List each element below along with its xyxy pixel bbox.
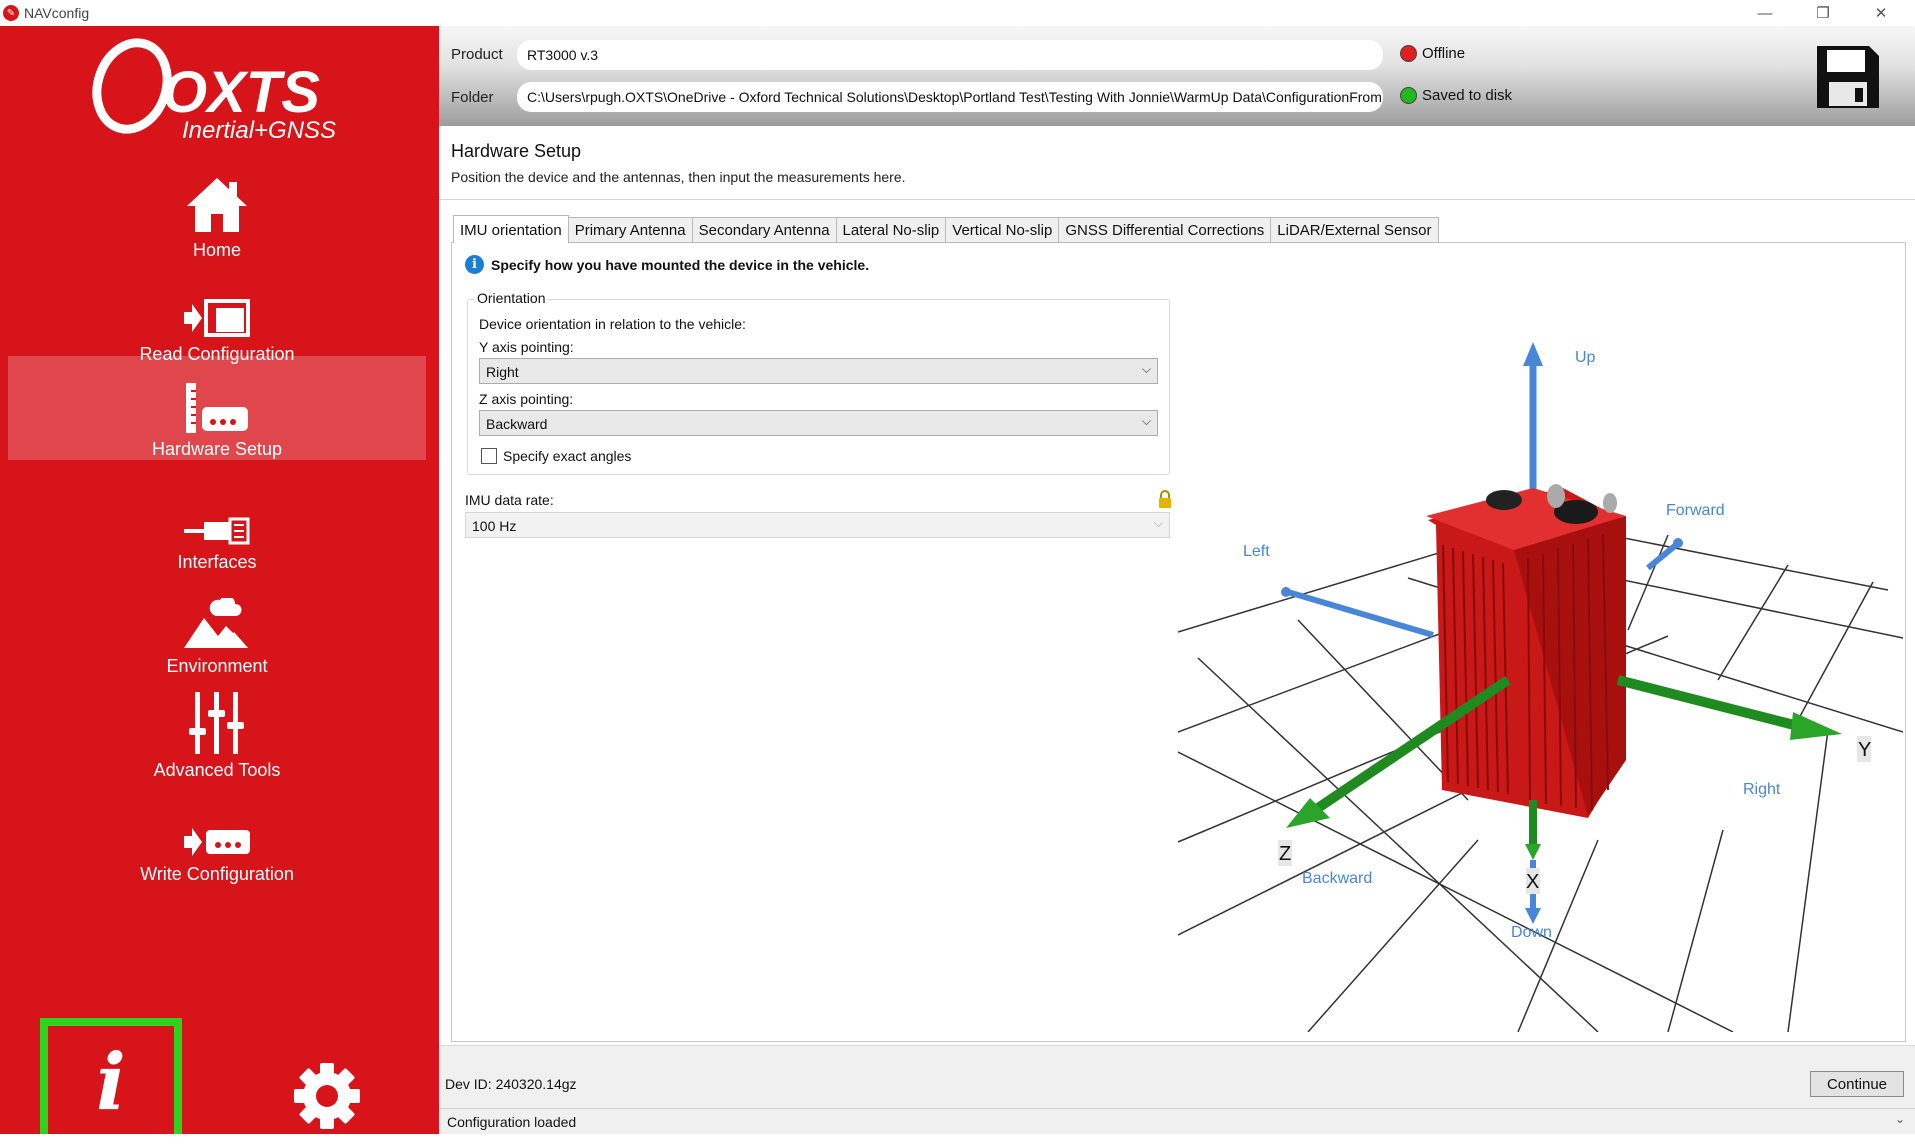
y-axis-select[interactable]: Right ⌵	[479, 358, 1158, 384]
tab-primary-antenna[interactable]: Primary Antenna	[568, 217, 693, 243]
save-status: Saved to disk	[1422, 87, 1513, 104]
sidebar-item-write-configuration[interactable]: Write Configuration	[8, 784, 426, 910]
exact-angles-label: Specify exact angles	[503, 448, 632, 464]
up-arrow-icon	[1523, 342, 1543, 366]
z-axis-letter: Z	[1279, 843, 1291, 865]
gear-icon[interactable]	[293, 1062, 361, 1130]
continue-button[interactable]: Continue	[1810, 1071, 1904, 1097]
header: Product RT3000 v.3 Folder C:\Users\rpugh…	[439, 26, 1915, 126]
status-message: Configuration loaded	[447, 1114, 577, 1130]
y-axis-value: Right	[486, 364, 519, 380]
save-disk-icon[interactable]	[1815, 44, 1881, 110]
z-axis-value: Backward	[486, 416, 548, 432]
device-body	[1426, 484, 1626, 818]
orientation-group-title: Orientation	[474, 290, 549, 306]
home-icon	[177, 170, 257, 234]
hardware-setup-icon	[177, 374, 257, 433]
offline-status-icon	[1400, 45, 1417, 62]
window-bottom-edge	[0, 1134, 1915, 1148]
down-label: Down	[1511, 924, 1552, 941]
folder-path-field: C:\Users\rpugh.OXTS\OneDrive - Oxford Te…	[517, 82, 1383, 112]
status-bar	[439, 1108, 1915, 1134]
restore-button[interactable]: ❐	[1794, 0, 1852, 26]
x-axis-letter: X	[1526, 871, 1539, 893]
tab-imu-orientation[interactable]: IMU orientation	[453, 215, 569, 243]
product-label: Product	[451, 46, 503, 63]
imu-rate-select: 100 Hz ⌵	[465, 512, 1170, 538]
tab-vertical-no-slip[interactable]: Vertical No-slip	[946, 217, 1060, 243]
orientation-3d-view: Up Forward Left Right Backward Down Y Z …	[1178, 342, 1903, 1032]
exact-angles-checkbox[interactable]	[481, 448, 497, 464]
saved-status-icon	[1400, 87, 1417, 104]
info-icon: i	[96, 1036, 126, 1128]
x-axis-arrow-icon	[1525, 844, 1541, 860]
sidebar-item-label: Hardware Setup	[151, 439, 283, 459]
environment-icon	[177, 586, 257, 650]
write-configuration-icon	[177, 794, 257, 858]
tab-strip: IMU orientation Primary Antenna Secondar…	[453, 215, 1439, 243]
sidebar-item-label: Home	[192, 240, 241, 260]
window-title: NAVconfig	[24, 5, 90, 21]
close-button[interactable]: ✕	[1852, 0, 1910, 26]
divider	[439, 199, 1915, 200]
tab-lateral-no-slip[interactable]: Lateral No-slip	[836, 217, 947, 243]
minimize-button[interactable]: —	[1736, 0, 1794, 26]
y-axis-letter: Y	[1858, 739, 1871, 761]
sidebar: OXTS Inertial+GNSS Home Read Configurati…	[0, 26, 439, 1134]
orientation-description: Device orientation in relation to the ve…	[479, 316, 746, 332]
chevron-down-icon: ⌵	[1153, 516, 1163, 530]
forward-label: Forward	[1666, 502, 1725, 519]
backward-label: Backward	[1302, 870, 1372, 887]
tab-gnss-differential-corrections[interactable]: GNSS Differential Corrections	[1059, 217, 1272, 243]
logo-tagline-text: Inertial+GNSS	[182, 117, 336, 144]
info-button[interactable]: i	[40, 1018, 182, 1146]
interfaces-icon	[177, 482, 257, 546]
page-description: Position the device and the antennas, th…	[451, 169, 906, 185]
tab-lidar-external-sensor[interactable]: LiDAR/External Sensor	[1271, 217, 1439, 243]
up-label: Up	[1575, 349, 1596, 366]
product-field: RT3000 v.3	[517, 40, 1383, 70]
tab-secondary-antenna[interactable]: Secondary Antenna	[692, 217, 837, 243]
left-label: Left	[1243, 543, 1270, 560]
page-title: Hardware Setup	[451, 141, 582, 161]
dev-id-text: Dev ID: 240320.14gz	[445, 1076, 577, 1092]
info-circle-icon: i	[465, 255, 484, 274]
down-arrow-icon	[1525, 908, 1541, 924]
sidebar-item-label: Environment	[166, 656, 268, 676]
advanced-tools-icon	[177, 690, 257, 754]
folder-label: Folder	[451, 89, 494, 106]
read-configuration-icon	[177, 274, 257, 338]
sidebar-item-hardware-setup[interactable]: Hardware Setup	[8, 356, 426, 460]
z-axis-label: Z axis pointing:	[479, 391, 574, 407]
right-label: Right	[1743, 781, 1781, 798]
connection-status: Offline	[1422, 45, 1466, 62]
logo-brand-text: OXTS	[162, 60, 320, 125]
z-axis-select[interactable]: Backward ⌵	[479, 410, 1158, 436]
chevron-down-icon: ⌵	[1141, 362, 1151, 376]
chevron-down-icon[interactable]: ⌄	[1895, 1112, 1905, 1126]
imu-rate-label: IMU data rate:	[465, 492, 554, 508]
chevron-down-icon: ⌵	[1141, 414, 1151, 428]
sidebar-item-label: Advanced Tools	[153, 760, 281, 780]
y-axis-arrow-icon	[1790, 712, 1842, 740]
lock-icon	[1159, 490, 1171, 508]
title-bar: ✎ NAVconfig — ❐ ✕	[0, 0, 1915, 26]
sidebar-item-label: Write Configuration	[140, 864, 294, 884]
oxts-logo: OXTS Inertial+GNSS	[92, 38, 336, 144]
hint-text: Specify how you have mounted the device …	[491, 257, 870, 273]
app-icon: ✎	[3, 5, 19, 21]
footer-bar	[439, 1045, 1915, 1108]
sidebar-item-label: Interfaces	[177, 552, 257, 572]
imu-rate-value: 100 Hz	[472, 518, 517, 534]
y-axis-label: Y axis pointing:	[479, 339, 574, 355]
